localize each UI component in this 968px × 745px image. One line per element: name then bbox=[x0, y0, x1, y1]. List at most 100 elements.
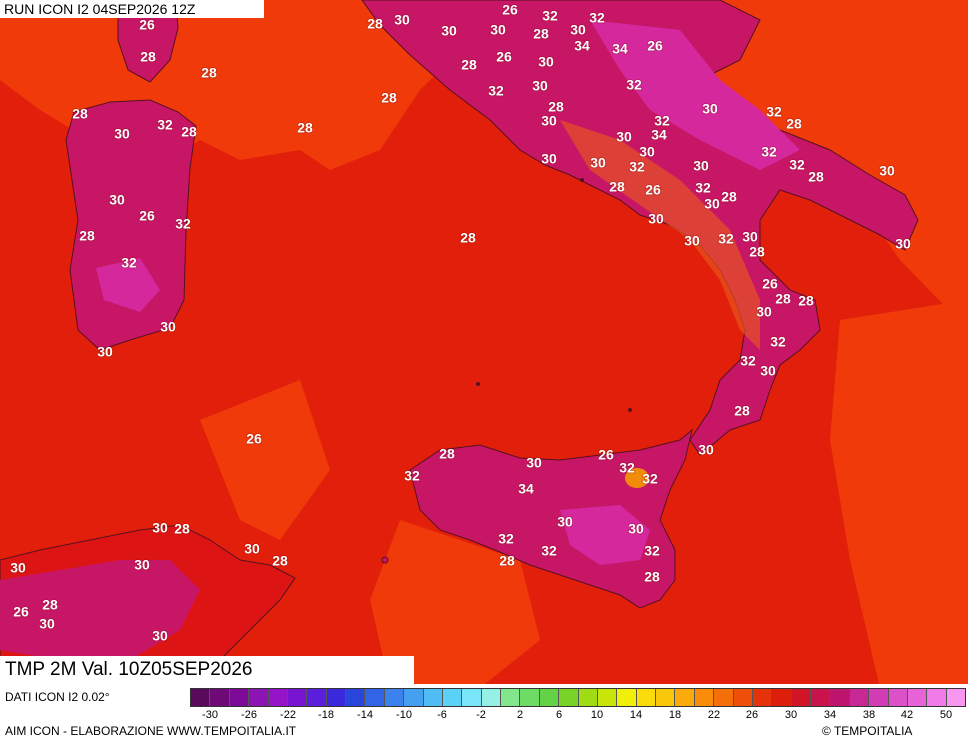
contour-label: 30 bbox=[490, 22, 506, 38]
contour-label: 30 bbox=[541, 151, 557, 167]
contour-label: 30 bbox=[684, 233, 700, 249]
scale-tick-label: -30 bbox=[202, 709, 218, 721]
color-swatch bbox=[675, 689, 695, 706]
contour-label: 28 bbox=[808, 169, 824, 185]
color-swatch bbox=[752, 689, 773, 706]
contour-label: 32 bbox=[404, 468, 420, 484]
color-swatch bbox=[578, 689, 598, 706]
color-swatch bbox=[404, 689, 424, 706]
contour-label: 28 bbox=[786, 116, 802, 132]
scale-tick-label: -22 bbox=[280, 709, 296, 721]
color-swatch bbox=[888, 689, 908, 706]
contour-label: 30 bbox=[394, 12, 410, 28]
color-swatch bbox=[927, 689, 947, 706]
color-swatch bbox=[210, 689, 230, 706]
contour-label: 32 bbox=[589, 10, 605, 26]
contour-label: 28 bbox=[174, 521, 190, 537]
color-swatch bbox=[559, 689, 579, 706]
contour-label: 26 bbox=[246, 431, 262, 447]
contour-label: 32 bbox=[542, 8, 558, 24]
color-swatch bbox=[520, 689, 540, 706]
scale-tick-label: 14 bbox=[629, 709, 643, 721]
contour-label: 30 bbox=[114, 126, 130, 142]
contour-label: 30 bbox=[538, 54, 554, 70]
contour-label: 26 bbox=[598, 447, 614, 463]
contour-label: 30 bbox=[152, 628, 168, 644]
contour-label: 30 bbox=[244, 541, 260, 557]
warm-sea-southwest bbox=[200, 380, 330, 540]
contour-label: 32 bbox=[770, 334, 786, 350]
contour-label: 30 bbox=[557, 514, 573, 530]
color-swatch bbox=[423, 689, 443, 706]
scale-tick-label: 30 bbox=[784, 709, 798, 721]
color-swatch bbox=[501, 689, 521, 706]
contour-label: 34 bbox=[574, 38, 590, 54]
island-capri bbox=[580, 178, 584, 182]
contour-label: 26 bbox=[762, 276, 778, 292]
contour-label: 30 bbox=[760, 363, 776, 379]
scale-tick-label: 22 bbox=[707, 709, 721, 721]
scale-tick-label: -6 bbox=[437, 709, 447, 721]
color-swatch bbox=[869, 689, 889, 706]
contour-label: 30 bbox=[134, 557, 150, 573]
contour-label: 28 bbox=[798, 293, 814, 309]
contour-label: 30 bbox=[441, 23, 457, 39]
copyright-label: © TEMPOITALIA bbox=[822, 724, 913, 738]
contour-label: 32 bbox=[642, 471, 658, 487]
color-swatch bbox=[791, 689, 811, 706]
contour-label: 28 bbox=[297, 120, 313, 136]
color-scale-ticks: -30 -26 -22 -18 -14 -10 -6 -2 2 6 10 14 18 22 26 30 34 38… bbox=[190, 709, 966, 723]
contour-label: 30 bbox=[541, 113, 557, 129]
contour-label: 32 bbox=[766, 104, 782, 120]
contour-label: 32 bbox=[761, 144, 777, 160]
contour-label: 28 bbox=[381, 90, 397, 106]
contour-label: 28 bbox=[775, 291, 791, 307]
map-canvas: 26 28 302828302630 2832303234 34 2626 302832 30… bbox=[0, 0, 968, 688]
contour-label: 26 bbox=[13, 604, 29, 620]
contour-label: 32 bbox=[619, 460, 635, 476]
color-swatch bbox=[830, 689, 850, 706]
contour-label: 32 bbox=[695, 180, 711, 196]
contour-label: 30 bbox=[532, 78, 548, 94]
contour-label: 26 bbox=[496, 49, 512, 65]
contour-label: 30 bbox=[10, 560, 26, 576]
color-swatch bbox=[191, 689, 211, 706]
contour-label: 30 bbox=[616, 129, 632, 145]
contour-label: 32 bbox=[541, 543, 557, 559]
color-swatch bbox=[946, 689, 965, 706]
contour-label: 26 bbox=[502, 2, 518, 18]
contour-label: 34 bbox=[612, 41, 628, 57]
island-pantelleria bbox=[381, 556, 389, 564]
color-swatch bbox=[772, 689, 792, 706]
contour-label: 28 bbox=[749, 244, 765, 260]
scale-tick-label: -10 bbox=[396, 709, 412, 721]
scale-tick-label: 6 bbox=[555, 709, 563, 721]
color-swatch bbox=[617, 689, 637, 706]
contour-label: 28 bbox=[201, 65, 217, 81]
contour-label: 26 bbox=[139, 208, 155, 224]
contour-label: 28 bbox=[72, 106, 88, 122]
contour-label: 30 bbox=[693, 158, 709, 174]
contour-label: 28 bbox=[734, 403, 750, 419]
island-lipari bbox=[628, 408, 632, 412]
color-swatch bbox=[249, 689, 269, 706]
contour-label: 30 bbox=[698, 442, 714, 458]
contour-label: 28 bbox=[367, 16, 383, 32]
contour-label: 28 bbox=[461, 57, 477, 73]
contour-label: 30 bbox=[639, 144, 655, 160]
contour-label: 28 bbox=[460, 230, 476, 246]
contour-label: 32 bbox=[488, 83, 504, 99]
contour-label: 30 bbox=[628, 521, 644, 537]
contour-label: 32 bbox=[644, 543, 660, 559]
contour-label: 28 bbox=[609, 179, 625, 195]
scale-tick-label: 10 bbox=[590, 709, 604, 721]
contour-label: 28 bbox=[499, 553, 515, 569]
contour-label: 28 bbox=[140, 49, 156, 65]
contour-label: 30 bbox=[702, 101, 718, 117]
contour-label: 26 bbox=[645, 182, 661, 198]
scale-tick-label: -14 bbox=[357, 709, 373, 721]
contour-label: 28 bbox=[721, 189, 737, 205]
color-swatch bbox=[481, 689, 501, 706]
data-source-label: DATI ICON I2 0.02° bbox=[5, 690, 110, 704]
contour-label: 32 bbox=[157, 117, 173, 133]
